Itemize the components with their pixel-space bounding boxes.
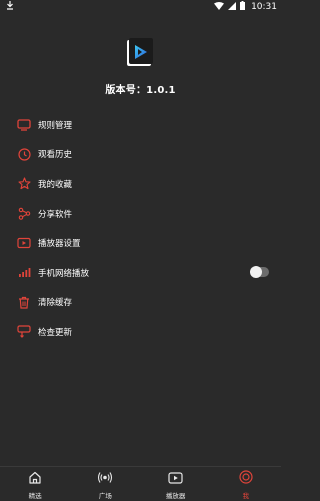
wifi-icon <box>214 1 225 13</box>
menu-item-rule-management[interactable]: 规则管理 <box>0 110 281 140</box>
menu-item-label: 手机网络播放 <box>38 268 90 279</box>
player-settings-icon <box>17 236 31 250</box>
toggle-knob <box>250 265 262 278</box>
signal-status-icon <box>228 1 237 13</box>
menu-item-mobile-network-playback: 手机网络播放 <box>0 258 281 288</box>
menu-item-check-update[interactable]: 检查更新 <box>0 317 281 347</box>
menu-item-label: 检查更新 <box>38 327 73 338</box>
download-icon <box>6 1 14 13</box>
status-time: 10:31 <box>251 2 277 12</box>
menu-item-label: 观看历史 <box>38 150 73 161</box>
menu-item-label: 清除缓存 <box>38 298 73 309</box>
tab-me[interactable]: 我 <box>211 467 281 501</box>
version-label: 版本号：1.0.1 <box>105 85 176 96</box>
menu-item-label: 播放器设置 <box>38 239 81 250</box>
tab-player[interactable]: 播放器 <box>141 467 211 501</box>
menu-item-label: 我的收藏 <box>38 179 73 190</box>
menu-item-player-settings[interactable]: 播放器设置 <box>0 228 281 258</box>
status-right: 10:31 <box>214 1 277 13</box>
mobile-network-toggle[interactable] <box>250 265 269 278</box>
signal-icon <box>17 266 31 280</box>
status-bar: 10:31 <box>0 0 281 14</box>
tab-featured[interactable]: 精选 <box>0 467 70 501</box>
settings-menu: 规则管理 观看历史 我的收藏 分享软件 播放器设置 手机网络播放 清除缓存 检查… <box>0 110 281 347</box>
menu-item-label: 分享软件 <box>38 209 73 220</box>
broadcast-icon <box>97 469 113 488</box>
tab-label: 播放器 <box>165 491 186 500</box>
battery-icon <box>240 1 246 13</box>
monitor-icon <box>17 118 31 132</box>
tab-square[interactable]: 广场 <box>70 467 140 501</box>
play-icon <box>168 469 183 488</box>
home-icon <box>28 469 42 488</box>
clock-icon <box>17 147 31 161</box>
trash-icon <box>17 295 31 309</box>
share-icon <box>17 207 31 221</box>
tab-label: 广场 <box>98 491 112 500</box>
menu-item-watch-history[interactable]: 观看历史 <box>0 140 281 170</box>
menu-item-favorites[interactable]: 我的收藏 <box>0 169 281 199</box>
bottom-nav: 精选 广场 播放器 我 <box>0 466 281 501</box>
tab-label: 我 <box>242 491 250 500</box>
star-icon <box>17 177 31 191</box>
tab-label: 精选 <box>28 491 42 500</box>
menu-item-share-app[interactable]: 分享软件 <box>0 199 281 229</box>
menu-item-clear-cache[interactable]: 清除缓存 <box>0 288 281 318</box>
menu-item-label: 规则管理 <box>38 120 73 131</box>
update-icon <box>17 325 31 339</box>
me-icon <box>239 469 253 488</box>
app-logo-icon <box>124 37 156 69</box>
